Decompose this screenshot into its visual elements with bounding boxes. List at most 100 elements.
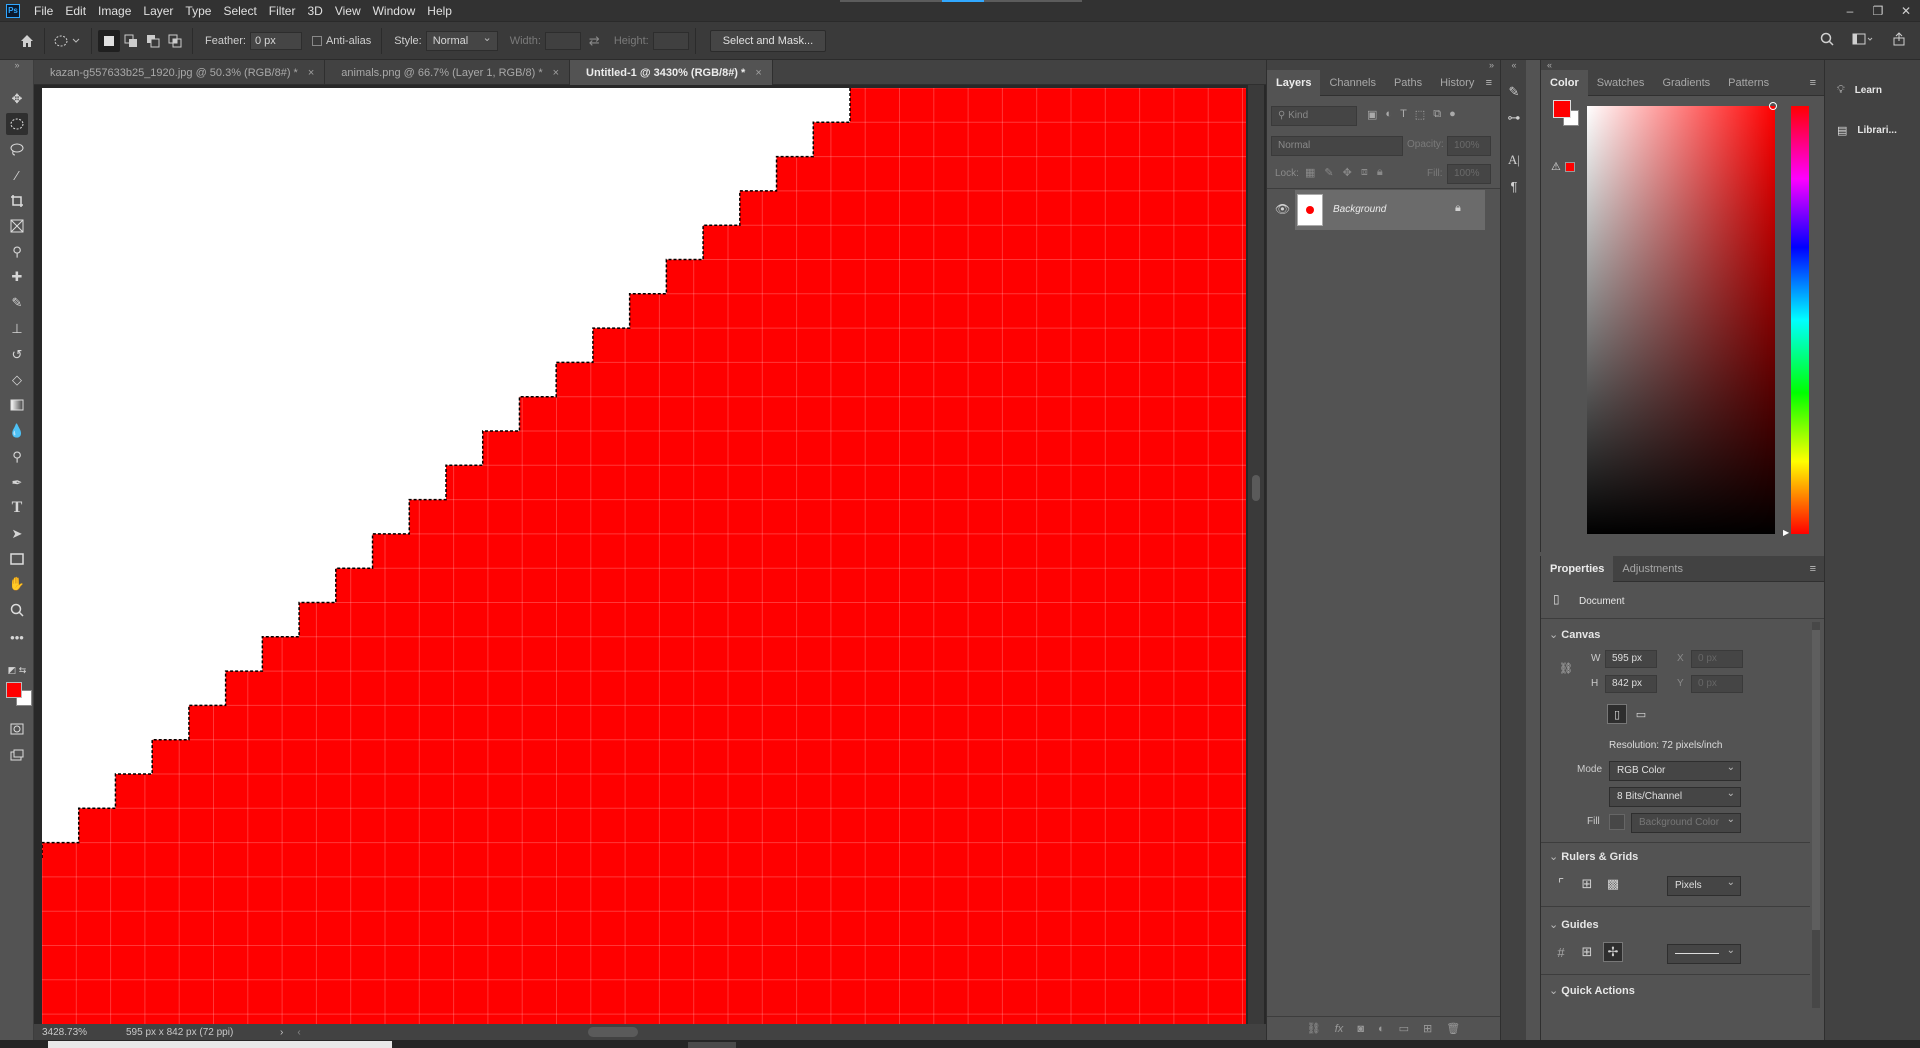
- rectangle-tool-icon[interactable]: [6, 548, 28, 570]
- zoom-tool-icon[interactable]: [6, 599, 28, 621]
- layer-style-icon[interactable]: fx: [1335, 1023, 1344, 1035]
- swap-dimensions-icon[interactable]: ⇄: [589, 33, 600, 49]
- width-input[interactable]: [544, 31, 581, 50]
- link-dimensions-icon[interactable]: ⛓: [1559, 662, 1573, 675]
- dodge-tool-icon[interactable]: ⚲: [6, 446, 28, 468]
- zoom-level[interactable]: 3428.73%: [42, 1027, 102, 1038]
- menu-image[interactable]: Image: [92, 0, 137, 22]
- guides-section-header[interactable]: Guides: [1549, 918, 1598, 931]
- canvas-section-header[interactable]: Canvas: [1549, 628, 1600, 641]
- filter-toggle-icon[interactable]: ●: [1449, 108, 1456, 121]
- lock-artboard-icon[interactable]: ⧈: [1361, 166, 1368, 179]
- horizontal-scroll-thumb[interactable]: [588, 1027, 638, 1037]
- filter-type-icon[interactable]: T: [1400, 108, 1407, 121]
- brush-tool-icon[interactable]: ✎: [6, 292, 28, 314]
- search-icon[interactable]: [1820, 32, 1834, 49]
- history-brush-tool-icon[interactable]: ↺: [6, 344, 28, 366]
- scroll-left-icon[interactable]: ‹: [297, 1027, 300, 1038]
- hue-slider[interactable]: [1791, 106, 1809, 534]
- canvas-area[interactable]: [34, 85, 1266, 1027]
- more-tools-icon[interactable]: •••: [6, 626, 28, 648]
- menu-edit[interactable]: Edit: [59, 0, 92, 22]
- adjustments-icon[interactable]: ⊶: [1504, 108, 1524, 128]
- tab-adjustments[interactable]: Adjustments: [1613, 556, 1692, 582]
- layer-name[interactable]: Background: [1333, 204, 1386, 215]
- gamut-warning-icon[interactable]: ⚠: [1551, 160, 1561, 173]
- properties-scroll-thumb[interactable]: [1812, 630, 1820, 930]
- menu-filter[interactable]: Filter: [263, 0, 302, 22]
- subtract-from-selection-icon[interactable]: [142, 30, 164, 52]
- rulers-grids-section-header[interactable]: Rulers & Grids: [1549, 850, 1638, 863]
- color-panel-foreground-swatch[interactable]: [1553, 100, 1571, 118]
- frame-tool-icon[interactable]: [6, 215, 28, 237]
- move-tool-icon[interactable]: ✥: [6, 88, 28, 110]
- path-selection-tool-icon[interactable]: ➤: [6, 523, 28, 545]
- close-tab-icon[interactable]: ×: [308, 67, 314, 79]
- tab-layers[interactable]: Layers: [1267, 69, 1321, 96]
- document-canvas[interactable]: [42, 88, 1246, 1024]
- ruler-units-select[interactable]: Pixels: [1667, 874, 1741, 896]
- lasso-tool-icon[interactable]: [6, 138, 28, 160]
- filter-pixel-icon[interactable]: ▣: [1367, 108, 1377, 121]
- menu-file[interactable]: File: [28, 0, 59, 22]
- elliptical-marquee-preset-icon[interactable]: [51, 30, 85, 52]
- minimize-button[interactable]: –: [1836, 4, 1864, 18]
- menu-3d[interactable]: 3D: [301, 0, 328, 22]
- foreground-color-swatch[interactable]: [6, 682, 22, 698]
- share-icon[interactable]: [1892, 32, 1906, 49]
- panel-menu-icon[interactable]: ≡: [1810, 563, 1816, 575]
- lock-all-icon[interactable]: 🔒︎: [1377, 166, 1383, 179]
- filter-shape-icon[interactable]: ⬚: [1415, 108, 1425, 121]
- grid-icon[interactable]: ⊞: [1577, 874, 1597, 894]
- menu-select[interactable]: Select: [217, 0, 262, 22]
- filter-smart-object-icon[interactable]: ⧉: [1433, 108, 1441, 121]
- canvas-y-input[interactable]: 0 px: [1691, 675, 1743, 693]
- tab-properties[interactable]: Properties: [1541, 555, 1614, 582]
- clone-stamp-tool-icon[interactable]: ⊥: [6, 318, 28, 340]
- eyedropper-tool-icon[interactable]: ⚲: [6, 241, 28, 263]
- panel-menu-icon[interactable]: ≡: [1486, 77, 1492, 89]
- layer-visibility-eye-icon[interactable]: 👁︎: [1275, 202, 1290, 216]
- vertical-scroll-thumb[interactable]: [1252, 475, 1260, 501]
- default-colors-icon[interactable]: ◩ ⇆: [6, 664, 28, 676]
- close-tab-icon[interactable]: ×: [553, 67, 559, 79]
- quick-mask-icon[interactable]: [6, 718, 28, 740]
- lock-image-icon[interactable]: ✎: [1324, 166, 1333, 179]
- new-selection-icon[interactable]: [98, 29, 120, 52]
- fill-select[interactable]: Background Color: [1631, 811, 1741, 833]
- guides-icon[interactable]: #: [1551, 942, 1571, 962]
- height-input[interactable]: [652, 31, 689, 50]
- magic-wand-tool-icon[interactable]: ⁄: [6, 164, 28, 186]
- screen-mode-icon[interactable]: [6, 744, 28, 766]
- delete-layer-icon[interactable]: 🗑︎: [1446, 1022, 1460, 1035]
- doc-tab-kazan[interactable]: kazan-g557633b25_1920.jpg @ 50.3% (RGB/8…: [34, 60, 326, 85]
- menu-layer[interactable]: Layer: [137, 0, 179, 22]
- menu-window[interactable]: Window: [367, 0, 422, 22]
- color-picker-handle[interactable]: [1769, 102, 1777, 110]
- lock-transparent-icon[interactable]: ▦: [1305, 166, 1315, 179]
- tab-gradients[interactable]: Gradients: [1653, 70, 1719, 96]
- color-picker-field[interactable]: [1587, 106, 1775, 534]
- doc-tab-untitled[interactable]: Untitled-1 @ 3430% (RGB/8#) * ×: [570, 60, 773, 85]
- lock-position-icon[interactable]: ✥: [1343, 166, 1352, 179]
- canvas-x-input[interactable]: 0 px: [1691, 650, 1743, 668]
- vertical-scrollbar[interactable]: [1248, 85, 1264, 1027]
- quick-actions-section-header[interactable]: Quick Actions: [1549, 984, 1635, 997]
- elliptical-marquee-tool-icon[interactable]: [6, 113, 28, 135]
- brush-settings-icon[interactable]: ✎: [1504, 82, 1524, 102]
- restore-button[interactable]: ❐: [1864, 4, 1892, 18]
- pen-tool-icon[interactable]: ✒: [6, 472, 28, 494]
- style-select[interactable]: Normal: [425, 29, 498, 51]
- layer-row-background[interactable]: 👁︎ Background 🔒︎: [1267, 190, 1501, 230]
- canvas-width-input[interactable]: 595 px: [1605, 650, 1657, 668]
- blur-tool-icon[interactable]: 💧: [6, 420, 28, 442]
- tab-patterns[interactable]: Patterns: [1719, 70, 1778, 96]
- close-tab-icon[interactable]: ×: [755, 67, 761, 79]
- workspace-icon[interactable]: [1852, 32, 1874, 49]
- collapse-tools-icon[interactable]: »: [6, 60, 28, 70]
- bit-depth-select[interactable]: 8 Bits/Channel: [1609, 785, 1741, 807]
- blend-mode-select[interactable]: Normal: [1271, 136, 1403, 156]
- collapse-color-panel-icon[interactable]: «: [1541, 60, 1824, 70]
- paragraph-icon[interactable]: ¶: [1504, 176, 1524, 196]
- portrait-orientation-icon[interactable]: ▯: [1607, 704, 1627, 724]
